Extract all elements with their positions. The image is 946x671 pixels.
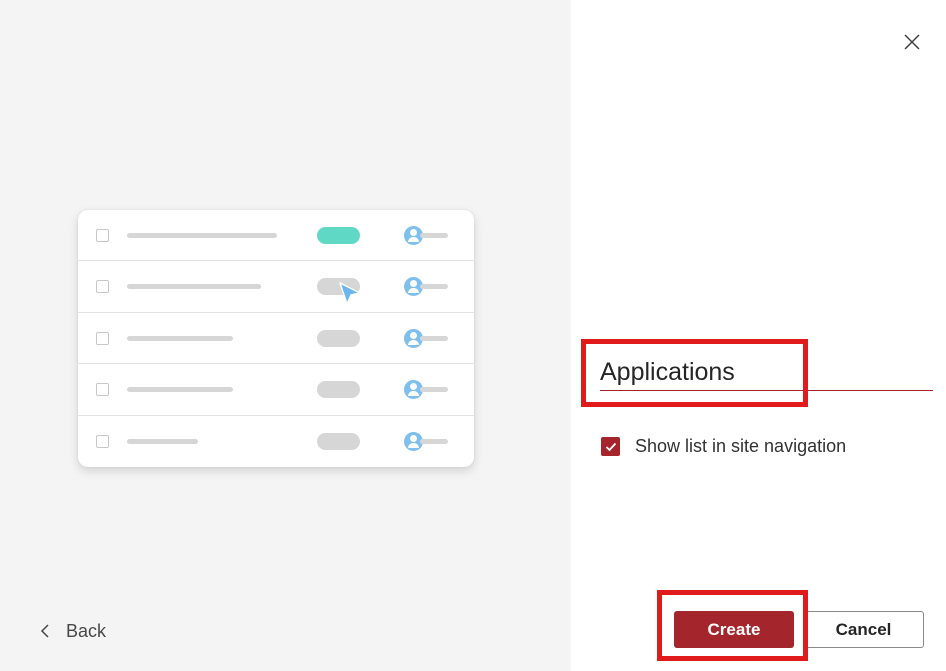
back-label: Back	[66, 620, 107, 641]
illustration-row	[78, 210, 474, 262]
illustration-text-line	[420, 387, 448, 393]
illustration-checkbox	[96, 331, 109, 345]
illustration-text-line	[127, 387, 233, 393]
cancel-button[interactable]: Cancel	[803, 611, 924, 648]
illustration-text-line	[420, 233, 448, 238]
cursor-icon	[339, 282, 361, 306]
illustration-checkbox	[96, 434, 109, 448]
illustration-text-line	[127, 233, 277, 238]
illustration-text-line	[420, 438, 448, 444]
illustration-row	[78, 416, 474, 467]
close-icon	[904, 34, 920, 50]
illustration-status-pill	[317, 432, 360, 450]
illustration-checkbox	[96, 280, 109, 294]
illustration-text-line	[420, 284, 448, 290]
back-button[interactable]: Back	[40, 618, 106, 644]
create-button[interactable]: Create	[674, 611, 794, 648]
illustration-status-pill	[317, 227, 360, 244]
list-name-input[interactable]	[600, 355, 933, 391]
illustration-text-line	[420, 335, 448, 341]
illustration-checkbox	[96, 229, 109, 242]
illustration-row	[78, 364, 474, 416]
illustration-text-line	[127, 335, 233, 341]
illustration-checkbox	[96, 383, 109, 397]
list-illustration	[78, 210, 474, 467]
illustration-text-line	[127, 438, 198, 444]
illustration-status-pill	[317, 329, 360, 347]
form-pane: Show list in site navigation Create Canc…	[571, 0, 946, 671]
close-button[interactable]	[900, 30, 924, 54]
show-in-navigation-option: Show list in site navigation	[601, 436, 846, 457]
show-in-navigation-label: Show list in site navigation	[635, 436, 847, 456]
illustration-text-line	[127, 284, 261, 290]
illustration-row	[78, 261, 474, 313]
checkmark-icon	[605, 442, 616, 451]
illustration-row	[78, 313, 474, 365]
show-in-navigation-checkbox[interactable]	[601, 437, 620, 456]
illustration-status-pill	[317, 381, 360, 399]
illustration-pane: Back	[0, 0, 571, 671]
chevron-left-icon	[40, 624, 49, 638]
